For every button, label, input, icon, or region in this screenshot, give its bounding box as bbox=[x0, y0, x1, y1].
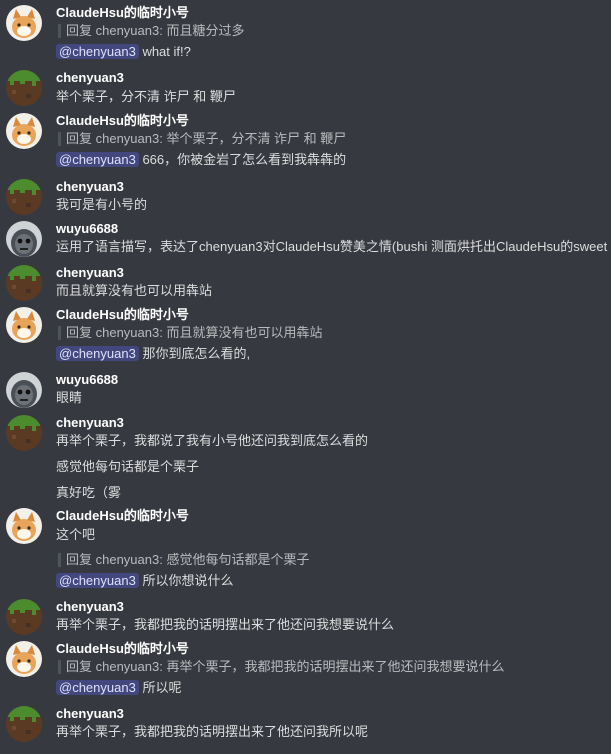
chat-message: chenyuan3 再举个栗子，我都把我的话明摆出来了他还问我所以呢 bbox=[0, 704, 611, 754]
avatar-claudehsu[interactable] bbox=[6, 307, 42, 343]
avatar-claudehsu[interactable] bbox=[6, 5, 42, 41]
chat-message: chenyuan3 再举个栗子，我都把我的话明摆出来了他还问我想要说什么 bbox=[0, 598, 611, 640]
avatar-chenyuan3[interactable] bbox=[6, 599, 42, 635]
message-body: 666，你被金岩了怎么看到我犇犇的 bbox=[142, 152, 347, 167]
chat-message: ClaudeHsu的临时小号 这个吧 回复 chenyuan3: 感觉他每句话都… bbox=[0, 506, 611, 598]
chat-message: chenyuan3 再举个栗子，我都说了我有小号他还问我到底怎么看的 感觉他每句… bbox=[0, 414, 611, 506]
mention-chenyuan3[interactable]: @chenyuan3 bbox=[56, 346, 139, 361]
avatar-wuyu6688[interactable] bbox=[6, 372, 42, 408]
username[interactable]: wuyu6688 bbox=[56, 372, 118, 388]
message-text: @chenyuan3 what if!? bbox=[56, 43, 191, 61]
reply-quote[interactable]: 回复 chenyuan3: 而且糖分过多 bbox=[56, 23, 244, 39]
username[interactable]: ClaudeHsu的临时小号 bbox=[56, 641, 189, 657]
avatar-claudehsu[interactable] bbox=[6, 508, 42, 544]
avatar-wuyu6688[interactable] bbox=[6, 221, 42, 257]
username[interactable]: chenyuan3 bbox=[56, 706, 124, 722]
mention-chenyuan3[interactable]: @chenyuan3 bbox=[56, 573, 139, 588]
message-text: 这个吧 bbox=[56, 527, 96, 542]
message-text: 真好吃（雾 bbox=[56, 485, 122, 500]
message-text: @chenyuan3 666，你被金岩了怎么看到我犇犇的 bbox=[56, 151, 346, 169]
reply-quote[interactable]: 回复 chenyuan3: 再举个栗子，我都把我的话明摆出来了他还问我想要说什么 bbox=[56, 659, 504, 675]
reply-quote[interactable]: 回复 chenyuan3: 而且就算没有也可以用犇站 bbox=[56, 325, 322, 341]
username[interactable]: chenyuan3 bbox=[56, 179, 124, 195]
chat-message: chenyuan3 我可是有小号的 bbox=[0, 178, 611, 220]
chat-message: chenyuan3 而且就算没有也可以用犇站 bbox=[0, 264, 611, 306]
message-text: 我可是有小号的 bbox=[56, 197, 148, 212]
mention-chenyuan3[interactable]: @chenyuan3 bbox=[56, 152, 139, 167]
message-text: 再举个栗子，我都把我的话明摆出来了他还问我想要说什么 bbox=[56, 617, 395, 632]
username[interactable]: chenyuan3 bbox=[56, 70, 124, 86]
message-text: 再举个栗子，我都说了我有小号他还问我到底怎么看的 bbox=[56, 433, 369, 448]
mention-chenyuan3[interactable]: @chenyuan3 bbox=[56, 44, 139, 59]
avatar-claudehsu[interactable] bbox=[6, 113, 42, 149]
mention-chenyuan3[interactable]: @chenyuan3 bbox=[56, 680, 139, 695]
username[interactable]: ClaudeHsu的临时小号 bbox=[56, 5, 189, 21]
username[interactable]: ClaudeHsu的临时小号 bbox=[56, 307, 189, 323]
message-text: 运用了语言描写，表达了chenyuan3对ClaudeHsu赞美之情(bushi… bbox=[56, 239, 608, 254]
reply-quote[interactable]: 回复 chenyuan3: 举个栗子，分不清 诈尸 和 鞭尸 bbox=[56, 131, 346, 147]
username[interactable]: ClaudeHsu的临时小号 bbox=[56, 113, 189, 129]
message-text: 举个栗子，分不清 诈尸 和 鞭尸 bbox=[56, 89, 236, 104]
message-text: @chenyuan3 所以呢 bbox=[56, 679, 181, 697]
avatar-chenyuan3[interactable] bbox=[6, 70, 42, 106]
message-text: @chenyuan3 所以你想说什么 bbox=[56, 572, 233, 590]
chat-message: wuyu6688 运用了语言描写，表达了chenyuan3对ClaudeHsu赞… bbox=[0, 220, 611, 264]
message-body: 所以你想说什么 bbox=[142, 573, 234, 588]
message-body: 所以呢 bbox=[142, 680, 182, 695]
chat-message: wuyu6688 眼睛 bbox=[0, 370, 611, 414]
message-text: 感觉他每句话都是个栗子 bbox=[56, 459, 200, 474]
message-text: 眼睛 bbox=[56, 390, 83, 405]
reply-quote[interactable]: 回复 chenyuan3: 感觉他每句话都是个栗子 bbox=[56, 552, 309, 568]
message-text: 再举个栗子，我都把我的话明摆出来了他还问我所以呢 bbox=[56, 724, 369, 739]
username[interactable]: chenyuan3 bbox=[56, 599, 124, 615]
avatar-chenyuan3[interactable] bbox=[6, 265, 42, 301]
chat-message: ClaudeHsu的临时小号 回复 chenyuan3: 举个栗子，分不清 诈尸… bbox=[0, 112, 611, 178]
message-text: 而且就算没有也可以用犇站 bbox=[56, 283, 213, 298]
chat-message: ClaudeHsu的临时小号 回复 chenyuan3: 而且就算没有也可以用犇… bbox=[0, 306, 611, 370]
username[interactable]: ClaudeHsu的临时小号 bbox=[56, 508, 189, 524]
chat-message: ClaudeHsu的临时小号 回复 chenyuan3: 而且糖分过多 @che… bbox=[0, 0, 611, 68]
username[interactable]: wuyu6688 bbox=[56, 221, 118, 237]
message-body: what if!? bbox=[142, 44, 191, 59]
message-body: 那你到底怎么看的, bbox=[142, 346, 251, 361]
username[interactable]: chenyuan3 bbox=[56, 265, 124, 281]
avatar-claudehsu[interactable] bbox=[6, 641, 42, 677]
message-text: @chenyuan3 那你到底怎么看的, bbox=[56, 345, 250, 363]
avatar-chenyuan3[interactable] bbox=[6, 415, 42, 451]
avatar-chenyuan3[interactable] bbox=[6, 179, 42, 215]
avatar-chenyuan3[interactable] bbox=[6, 706, 42, 742]
chat-message: chenyuan3 举个栗子，分不清 诈尸 和 鞭尸 bbox=[0, 68, 611, 112]
username[interactable]: chenyuan3 bbox=[56, 415, 124, 431]
chat-message: ClaudeHsu的临时小号 回复 chenyuan3: 再举个栗子，我都把我的… bbox=[0, 640, 611, 704]
